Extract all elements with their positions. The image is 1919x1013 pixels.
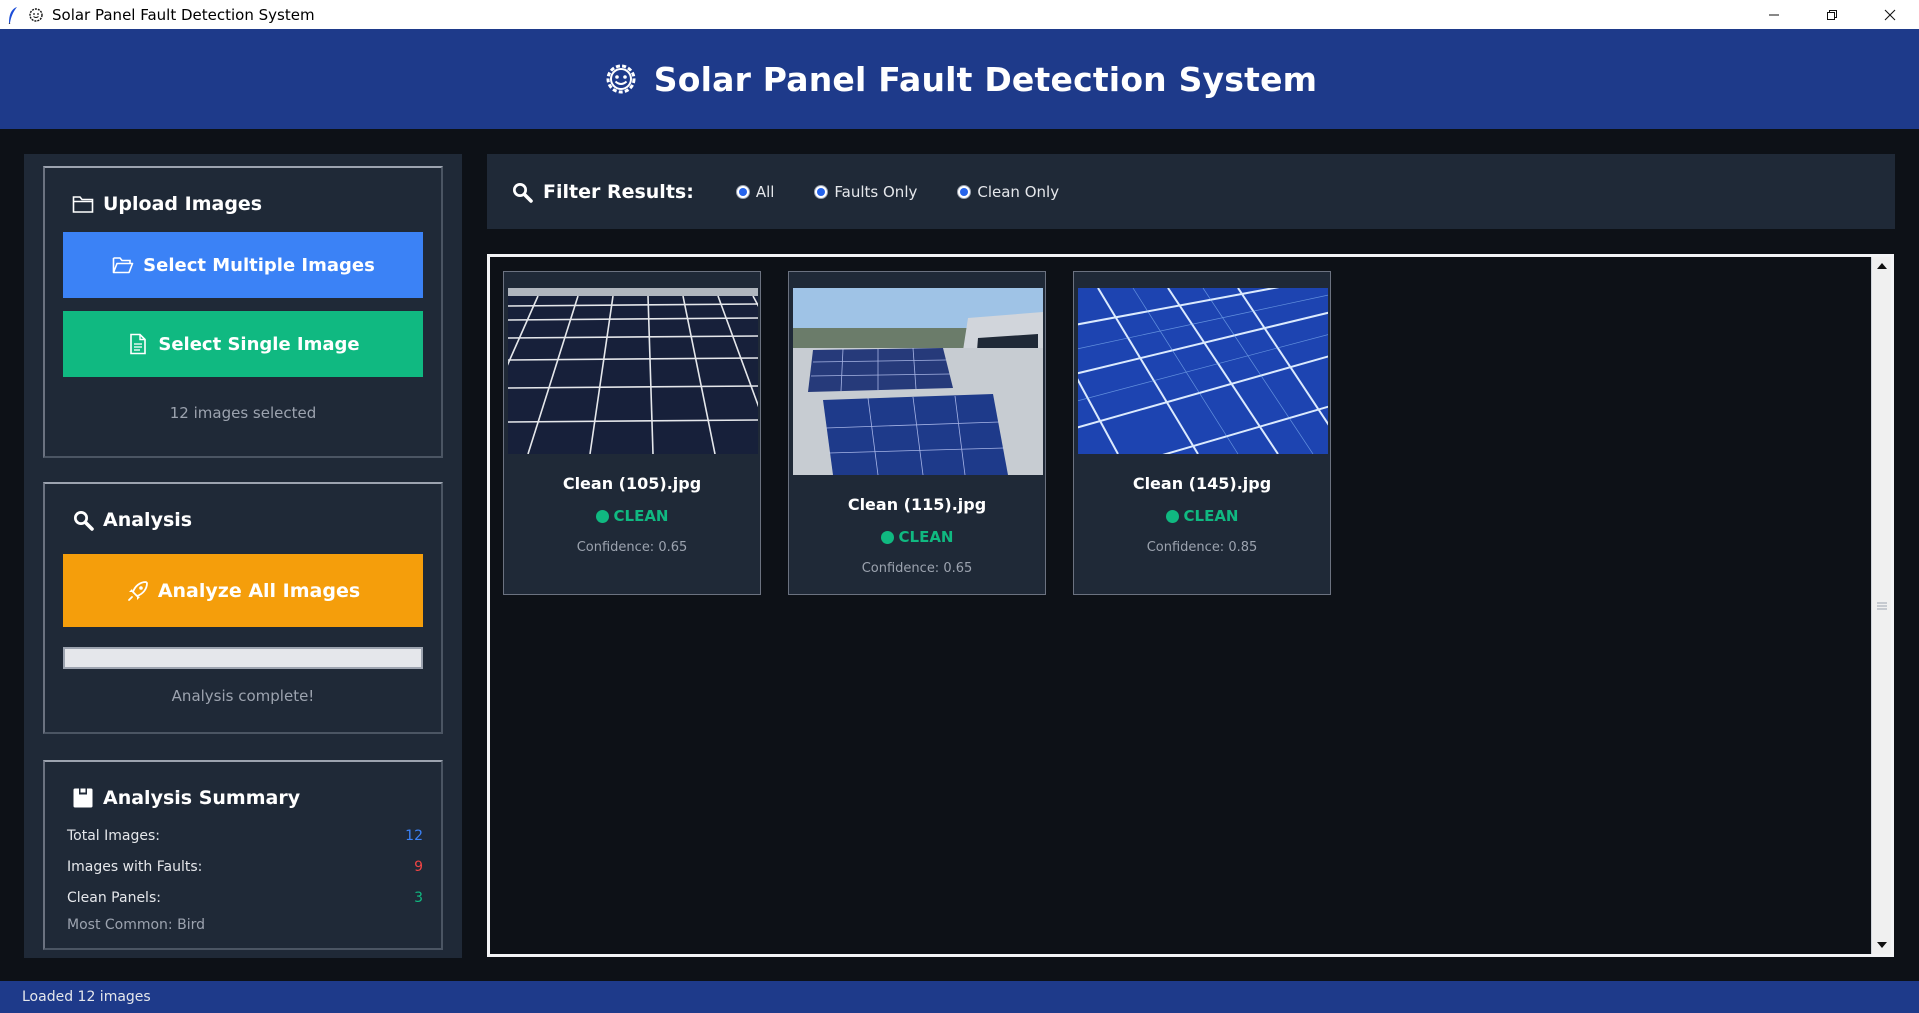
smiley-gear-icon: [602, 60, 640, 98]
radio-dot: [957, 184, 972, 199]
upload-card: Upload Images Select Multiple Images Sel…: [43, 166, 443, 458]
result-confidence: Confidence: 0.65: [861, 561, 973, 576]
analysis-title: Analysis: [71, 508, 192, 532]
status-dot-icon: [595, 509, 609, 523]
filter-label: Filter Results:: [511, 180, 694, 204]
images-selected-text: 12 images selected: [169, 404, 317, 422]
scroll-down-button[interactable]: [1872, 936, 1891, 954]
analyze-all-images-button[interactable]: Analyze All Images: [63, 554, 423, 627]
analysis-card: Analysis Analyze All Images Analysis com…: [43, 482, 443, 734]
summary-row-clean: Clean Panels: 3: [67, 890, 423, 906]
minimize-icon: [1769, 14, 1779, 15]
analysis-status-text: Analysis complete!: [171, 687, 315, 705]
filter-radio-faults-only[interactable]: Faults Only: [814, 183, 917, 201]
result-filename: Clean (115).jpg: [847, 495, 987, 514]
document-icon: [126, 332, 150, 356]
close-icon: [1884, 9, 1896, 20]
status-bar: Loaded 12 images: [0, 981, 1919, 1013]
results-scrollbar[interactable]: [1871, 257, 1891, 954]
scroll-up-button[interactable]: [1872, 257, 1891, 275]
status-text: Loaded 12 images: [22, 989, 151, 1005]
restore-icon: [1827, 9, 1837, 20]
open-folder-icon: [111, 253, 135, 277]
result-status: CLEAN: [1074, 507, 1330, 525]
result-confidence: Confidence: 0.85: [1146, 540, 1258, 555]
result-status: CLEAN: [504, 507, 760, 525]
summary-row-most-common: Most Common: Bird: [67, 917, 205, 933]
select-single-image-button[interactable]: Select Single Image: [63, 311, 423, 377]
results-gallery[interactable]: Clean (105).jpg CLEAN Confidence: 0.65 C…: [487, 254, 1894, 957]
minimize-button[interactable]: [1745, 0, 1803, 29]
upload-title: Upload Images: [71, 192, 262, 216]
result-card[interactable]: Clean (105).jpg CLEAN Confidence: 0.65: [503, 271, 761, 595]
select-multiple-images-button[interactable]: Select Multiple Images: [63, 232, 423, 298]
control-panel: Upload Images Select Multiple Images Sel…: [24, 154, 462, 958]
scroll-grip-icon[interactable]: [1877, 597, 1887, 610]
summary-clip: Analysis Summary Total Images: 12 Images…: [45, 762, 441, 948]
solar-panel-thumbnail: [508, 288, 758, 454]
analysis-progress-bar: [63, 647, 423, 669]
result-filename: Clean (105).jpg: [562, 474, 702, 493]
radio-dot: [735, 184, 750, 199]
close-button[interactable]: [1861, 0, 1919, 29]
progress-fill: [65, 649, 421, 667]
triangle-down-icon: [1876, 942, 1887, 948]
window-titlebar: Solar Panel Fault Detection System: [0, 0, 1919, 29]
status-dot-icon: [1165, 509, 1179, 523]
solar-panel-thumbnail: [793, 288, 1043, 475]
summary-title: Analysis Summary: [71, 786, 300, 810]
clipboard-icon: [71, 786, 95, 810]
result-card[interactable]: Clean (145).jpg CLEAN Confidence: 0.85: [1073, 271, 1331, 595]
summary-row-faults: Images with Faults: 9: [67, 859, 423, 875]
smiley-gear-icon: [26, 0, 46, 29]
summary-row-total: Total Images: 12: [67, 828, 423, 844]
feather-icon: [2, 0, 24, 29]
magnifier-icon: [511, 180, 535, 204]
rocket-icon: [126, 579, 150, 603]
triangle-up-icon: [1876, 263, 1887, 269]
window-title: Solar Panel Fault Detection System: [52, 5, 315, 24]
result-status: CLEAN: [789, 528, 1045, 546]
radio-dot: [814, 184, 829, 199]
status-dot-icon: [880, 530, 894, 544]
filter-radio-clean-only[interactable]: Clean Only: [957, 183, 1059, 201]
solar-panel-thumbnail: [1078, 288, 1328, 454]
filter-radio-all[interactable]: All: [735, 183, 774, 201]
result-confidence: Confidence: 0.65: [576, 540, 688, 555]
folder-icon: [71, 192, 95, 216]
restore-button[interactable]: [1803, 0, 1861, 29]
analysis-summary-card: Analysis Summary Total Images: 12 Images…: [43, 760, 443, 950]
magnifier-icon: [71, 508, 95, 532]
result-filename: Clean (145).jpg: [1132, 474, 1272, 493]
window-controls: [1745, 0, 1919, 29]
app-header: Solar Panel Fault Detection System: [0, 29, 1919, 129]
app-title: Solar Panel Fault Detection System: [653, 59, 1318, 99]
result-card[interactable]: Clean (115).jpg CLEAN Confidence: 0.65: [788, 271, 1046, 595]
filter-bar: Filter Results: All Faults Only Clean On…: [487, 154, 1895, 229]
